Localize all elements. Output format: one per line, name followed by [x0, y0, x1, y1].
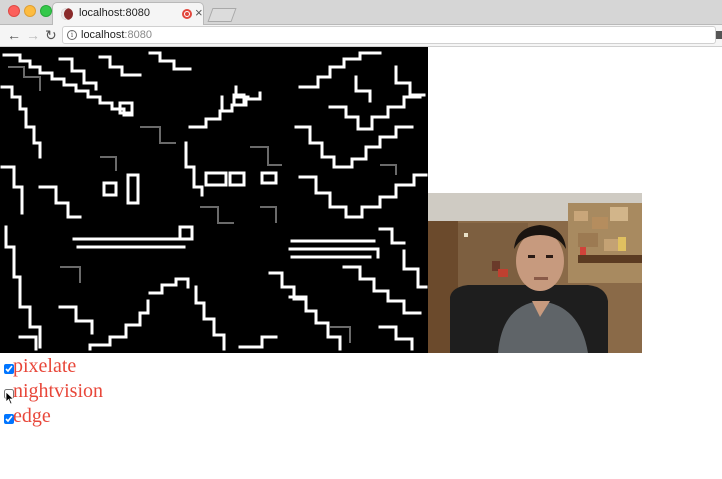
menu-icon[interactable] [716, 31, 722, 39]
url-host: localhost [81, 29, 125, 41]
address-bar[interactable]: i localhost:8080 [62, 26, 716, 44]
tab-bar: localhost:8080 × [0, 0, 722, 25]
new-tab-button[interactable] [207, 8, 237, 22]
webcam-frame [428, 193, 642, 353]
maximize-window-button[interactable] [40, 5, 52, 17]
url-text: localhost:8080 [81, 29, 152, 41]
edge-label: edge [13, 405, 51, 427]
processed-video-canvas [0, 47, 428, 353]
tab-close-button[interactable]: × [195, 6, 203, 20]
pixelate-label: pixelate [13, 355, 77, 377]
info-icon[interactable]: i [67, 30, 77, 40]
minimize-window-button[interactable] [24, 5, 36, 17]
edge-pattern [0, 51, 428, 351]
forward-button[interactable]: → [26, 26, 40, 44]
favicon-icon [61, 8, 73, 20]
reload-button[interactable]: ↻ [45, 26, 57, 44]
tab-title: localhost:8080 [79, 7, 150, 19]
browser-toolbar: ← → ↻ i localhost:8080 [0, 25, 722, 47]
webcam-video [428, 193, 642, 353]
close-window-button[interactable] [8, 5, 20, 17]
browser-tab[interactable]: localhost:8080 × [52, 2, 204, 25]
recording-indicator-icon [182, 9, 192, 19]
back-button[interactable]: ← [7, 26, 21, 44]
nightvision-label: nightvision [13, 380, 104, 402]
url-port: :8080 [124, 29, 152, 41]
mouse-cursor-icon [5, 391, 15, 405]
